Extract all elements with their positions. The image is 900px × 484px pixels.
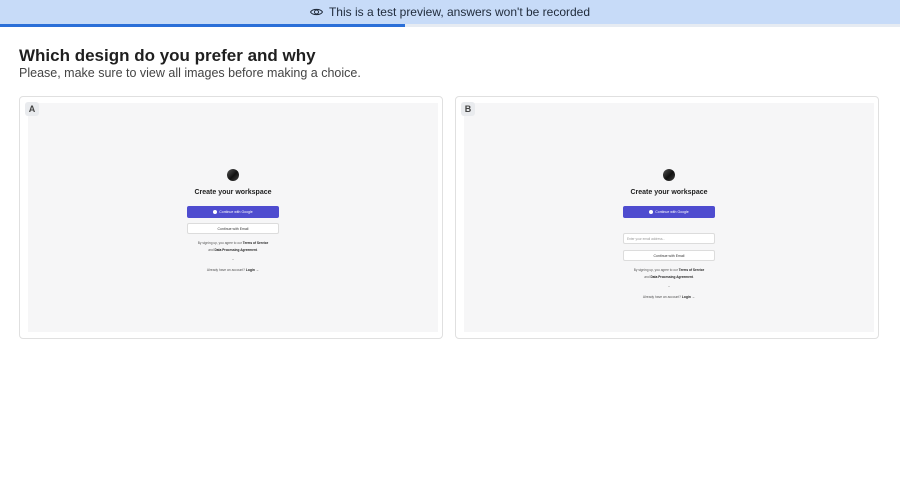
google-icon (213, 210, 218, 214)
design-preview-image-a: Create your workspace Continue with Goog… (28, 103, 438, 332)
preview-title: Create your workspace (630, 189, 708, 196)
test-preview-banner: This is a test preview, answers won't be… (0, 0, 900, 24)
preview-google-button: Continue with Google (623, 206, 715, 218)
question-title: Which design do you prefer and why (19, 46, 316, 65)
preview-email-button: Continue with Email (623, 250, 715, 261)
preview-google-label: Continue with Google (219, 210, 253, 214)
preview-dash: – (232, 257, 234, 261)
preview-dash: – (668, 284, 670, 288)
preview-terms: By signing up, you agree to our Terms of… (197, 241, 269, 252)
preview-login: Already have an account? Login → (642, 295, 696, 299)
progress-fill (0, 24, 405, 27)
banner-text: This is a test preview, answers won't be… (328, 5, 591, 19)
option-card-a[interactable]: Create your workspace Continue with Goog… (19, 96, 443, 339)
question-subtitle: Please, make sure to view all images bef… (19, 66, 361, 80)
preview-email-label: Continue with Email (217, 226, 249, 231)
option-label-a: A (25, 102, 39, 116)
option-card-b[interactable]: Create your workspace Continue with Goog… (455, 96, 879, 339)
preview-email-input: Enter your email address... (623, 233, 715, 244)
preview-terms: By signing up, you agree to our Terms of… (633, 268, 705, 279)
preview-title: Create your workspace (194, 189, 272, 196)
preview-email-button: Continue with Email (187, 223, 279, 234)
eye-icon (309, 8, 323, 16)
google-icon (649, 210, 654, 214)
logo-icon (663, 169, 675, 181)
logo-icon (227, 169, 239, 181)
preview-login: Already have an account? Login → (206, 268, 260, 272)
progress-bar (0, 24, 900, 27)
design-preview-image-b: Create your workspace Continue with Goog… (464, 103, 874, 332)
option-label-b: B (461, 102, 475, 116)
preview-email-placeholder: Enter your email address... (627, 236, 666, 241)
preview-google-label: Continue with Google (655, 210, 689, 214)
preview-google-button: Continue with Google (187, 206, 279, 218)
preview-email-label: Continue with Email (653, 253, 685, 258)
